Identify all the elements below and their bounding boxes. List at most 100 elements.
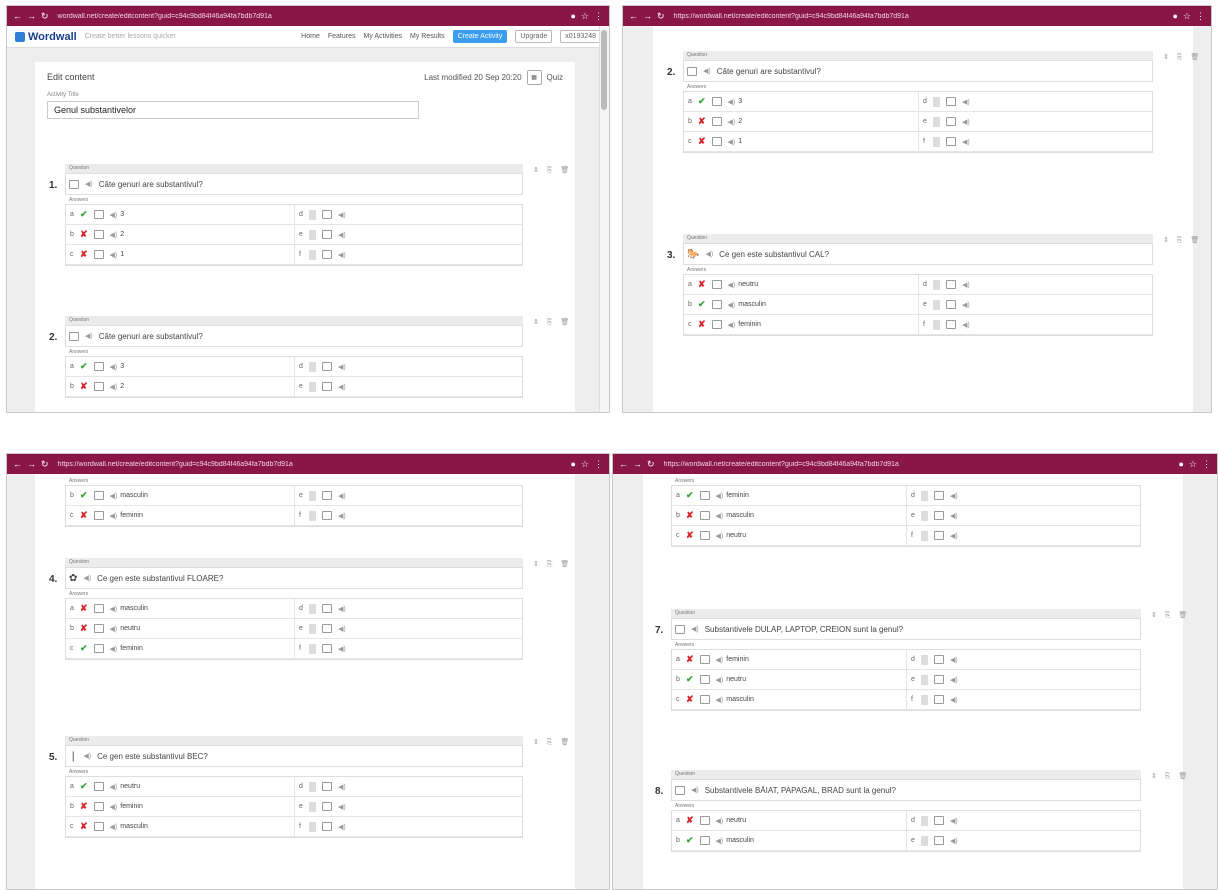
answer-option[interactable]: b ✔ ◀) masculin — [684, 295, 918, 315]
upgrade-button[interactable]: Upgrade — [515, 30, 553, 43]
speaker-icon[interactable]: ◀) — [950, 837, 958, 845]
question-actions[interactable]: ⇕ ⎘ 🗑 — [1163, 53, 1202, 62]
speaker-icon[interactable]: ◀) — [703, 67, 711, 75]
speaker-icon[interactable]: ◀) — [110, 803, 118, 811]
answer-option[interactable]: b ✔ ◀) masculin — [66, 486, 294, 506]
answer-option-empty[interactable]: e ◀) — [294, 486, 522, 506]
speaker-icon[interactable]: ◀) — [728, 301, 736, 309]
menu-icon[interactable]: ⋮ — [1202, 459, 1211, 470]
image-icon[interactable] — [93, 210, 104, 219]
speaker-icon[interactable]: ◀) — [716, 676, 724, 684]
answer-option[interactable]: c ✔ ◀) feminin — [66, 639, 294, 659]
reload-icon[interactable]: ↻ — [41, 459, 49, 470]
extension-icon[interactable]: ● — [1178, 459, 1183, 470]
empty-marker[interactable] — [309, 381, 316, 392]
speaker-icon[interactable]: ◀) — [338, 383, 346, 391]
speaker-icon[interactable]: ◀) — [85, 180, 93, 188]
address-bar[interactable]: wordwall.net/create/editcontent?guid=c94… — [54, 13, 566, 20]
answer-option[interactable]: a ✘ ◀) feminin — [672, 650, 906, 670]
speaker-icon[interactable]: ◀) — [110, 492, 118, 500]
answer-option[interactable]: a ✘ ◀) neutru — [672, 811, 906, 831]
correct-check-icon[interactable]: ✔ — [80, 209, 88, 220]
empty-marker[interactable] — [933, 279, 940, 290]
image-icon[interactable] — [322, 624, 332, 633]
incorrect-cross-icon[interactable]: ✘ — [686, 694, 694, 705]
speaker-icon[interactable]: ◀) — [950, 532, 958, 540]
image-icon[interactable] — [934, 816, 944, 825]
speaker-icon[interactable]: ◀) — [716, 656, 724, 664]
answer-option[interactable]: b ✔ ◀) masculin — [672, 831, 906, 851]
user-menu[interactable]: x0193248 — [560, 30, 601, 43]
answer-option[interactable]: a ✔ ◀) 3 — [66, 357, 294, 377]
incorrect-cross-icon[interactable]: ✘ — [698, 279, 706, 290]
incorrect-cross-icon[interactable]: ✘ — [80, 249, 88, 260]
answer-option[interactable]: c ✘ ◀) neutru — [672, 526, 906, 546]
answer-option-empty[interactable]: d ◀) — [294, 205, 522, 225]
star-icon[interactable]: ☆ — [1183, 11, 1191, 22]
extension-icon[interactable]: ● — [570, 459, 575, 470]
answer-option-empty[interactable]: f ◀) — [294, 639, 522, 659]
reload-icon[interactable]: ↻ — [41, 11, 49, 22]
image-icon[interactable] — [946, 280, 956, 289]
answer-option-empty[interactable]: d ◀) — [918, 92, 1152, 112]
incorrect-cross-icon[interactable]: ✘ — [686, 815, 694, 826]
answer-option-empty[interactable]: f ◀) — [294, 245, 522, 265]
speaker-icon[interactable]: ◀) — [950, 656, 958, 664]
answer-option[interactable]: c ✘ ◀) masculin — [672, 690, 906, 710]
empty-marker[interactable] — [309, 623, 316, 634]
speaker-icon[interactable]: ◀) — [110, 625, 118, 633]
speaker-icon[interactable]: ◀) — [950, 512, 958, 520]
incorrect-cross-icon[interactable]: ✘ — [698, 319, 706, 330]
extension-icon[interactable]: ● — [1172, 11, 1177, 22]
answer-option[interactable]: b ✔ ◀) neutru — [672, 670, 906, 690]
answer-option-empty[interactable]: d ◀) — [906, 650, 1140, 670]
image-icon[interactable] — [934, 655, 944, 664]
speaker-icon[interactable]: ◀) — [691, 786, 699, 794]
incorrect-cross-icon[interactable]: ✘ — [80, 381, 88, 392]
empty-marker[interactable] — [921, 674, 928, 685]
image-icon[interactable] — [699, 511, 710, 520]
answer-option[interactable]: a ✔ ◀) 3 — [66, 205, 294, 225]
image-icon[interactable] — [322, 802, 332, 811]
speaker-icon[interactable]: ◀) — [691, 625, 699, 633]
image-icon[interactable] — [934, 531, 944, 540]
correct-check-icon[interactable]: ✔ — [80, 781, 88, 792]
image-icon[interactable] — [934, 491, 944, 500]
empty-marker[interactable] — [933, 96, 940, 107]
speaker-icon[interactable]: ◀) — [110, 251, 118, 259]
speaker-icon[interactable]: ◀) — [338, 645, 346, 653]
empty-marker[interactable] — [309, 209, 316, 220]
answer-option[interactable]: b ✘ ◀) 2 — [684, 112, 918, 132]
forward-icon[interactable]: → — [643, 11, 652, 21]
image-icon[interactable] — [93, 382, 104, 391]
answer-option-empty[interactable]: f ◀) — [918, 132, 1152, 152]
image-icon[interactable] — [711, 300, 722, 309]
question-input[interactable]: 🐎 ◀) Ce gen este substantivul CAL? — [683, 243, 1153, 265]
forward-icon[interactable]: → — [27, 11, 36, 21]
answer-option[interactable]: a ✔ ◀) neutru — [66, 777, 294, 797]
empty-marker[interactable] — [921, 530, 928, 541]
empty-marker[interactable] — [921, 694, 928, 705]
speaker-icon[interactable]: ◀) — [338, 231, 346, 239]
speaker-icon[interactable]: ◀) — [950, 676, 958, 684]
empty-marker[interactable] — [933, 136, 940, 147]
answer-option-empty[interactable]: f ◀) — [906, 690, 1140, 710]
correct-check-icon[interactable]: ✔ — [80, 490, 88, 501]
extension-icon[interactable]: ● — [570, 11, 575, 22]
speaker-icon[interactable]: ◀) — [110, 383, 118, 391]
speaker-icon[interactable]: ◀) — [338, 512, 346, 520]
image-icon[interactable] — [946, 97, 956, 106]
back-icon[interactable]: ← — [13, 11, 22, 21]
incorrect-cross-icon[interactable]: ✘ — [80, 603, 88, 614]
menu-icon[interactable]: ⋮ — [1196, 11, 1205, 22]
image-icon[interactable] — [93, 782, 104, 791]
question-input[interactable]: ◀) Substantivele BĂIAT, PAPAGAL, BRAD sun… — [671, 779, 1141, 801]
speaker-icon[interactable]: ◀) — [716, 696, 724, 704]
activity-title-input[interactable]: Genul substantivelor — [47, 101, 419, 119]
speaker-icon[interactable]: ◀) — [83, 574, 91, 582]
speaker-icon[interactable]: ◀) — [110, 783, 118, 791]
empty-marker[interactable] — [309, 510, 316, 521]
question-actions[interactable]: ⇕ ⎘ 🗑 — [1163, 236, 1202, 245]
answer-option-empty[interactable]: d ◀) — [294, 357, 522, 377]
wordwall-logo[interactable]: Wordwall — [15, 31, 77, 43]
